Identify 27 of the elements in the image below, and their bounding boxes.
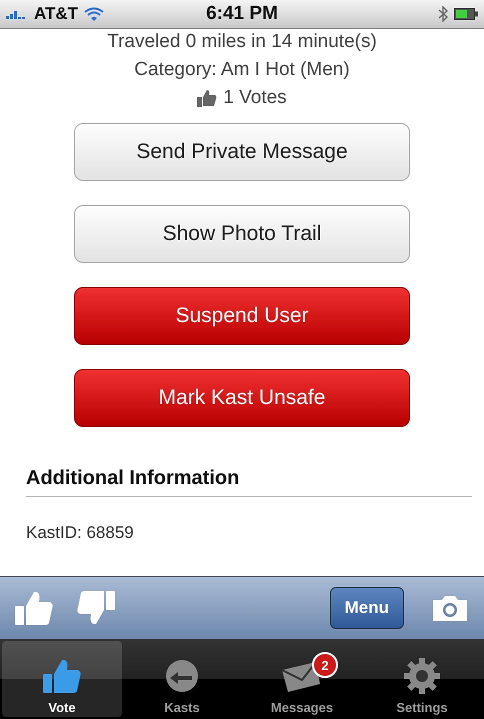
clock: 6:41 PM <box>206 3 278 25</box>
tab[interactable]: 2 Messages <box>242 641 362 717</box>
action-button[interactable]: Send Private Message <box>74 123 410 181</box>
wifi-icon <box>84 7 104 21</box>
tab[interactable]: Vote <box>2 641 122 717</box>
thumbs-up-icon <box>197 89 218 107</box>
bluetooth-icon <box>438 6 448 22</box>
menu-button[interactable]: Menu <box>330 587 404 629</box>
danger-button[interactable]: Mark Kast Unsafe <box>74 369 410 427</box>
tab[interactable]: Kasts <box>122 641 242 717</box>
battery-icon <box>454 8 478 20</box>
camera-icon[interactable] <box>432 594 468 622</box>
thumbs-up-icon <box>42 658 82 694</box>
signal-icon <box>6 9 28 19</box>
thumbs-down-icon[interactable] <box>76 590 116 626</box>
travel-text: Traveled 0 miles in 14 minute(s) <box>107 31 377 53</box>
danger-button[interactable]: Suspend User <box>74 287 410 345</box>
kast-id-text: KastID: 68859 <box>26 523 135 543</box>
votes-count: 1 Votes <box>223 87 287 109</box>
action-button[interactable]: Show Photo Trail <box>74 205 410 263</box>
tab[interactable]: Settings <box>362 641 482 717</box>
thumbs-up-icon[interactable] <box>14 590 54 626</box>
unread-badge: 2 <box>312 652 338 678</box>
carrier-label: AT&T <box>34 4 78 24</box>
section-heading: Additional Information <box>26 467 472 497</box>
category-text: Category: Am I Hot (Men) <box>134 59 350 81</box>
gear-icon <box>402 658 442 694</box>
